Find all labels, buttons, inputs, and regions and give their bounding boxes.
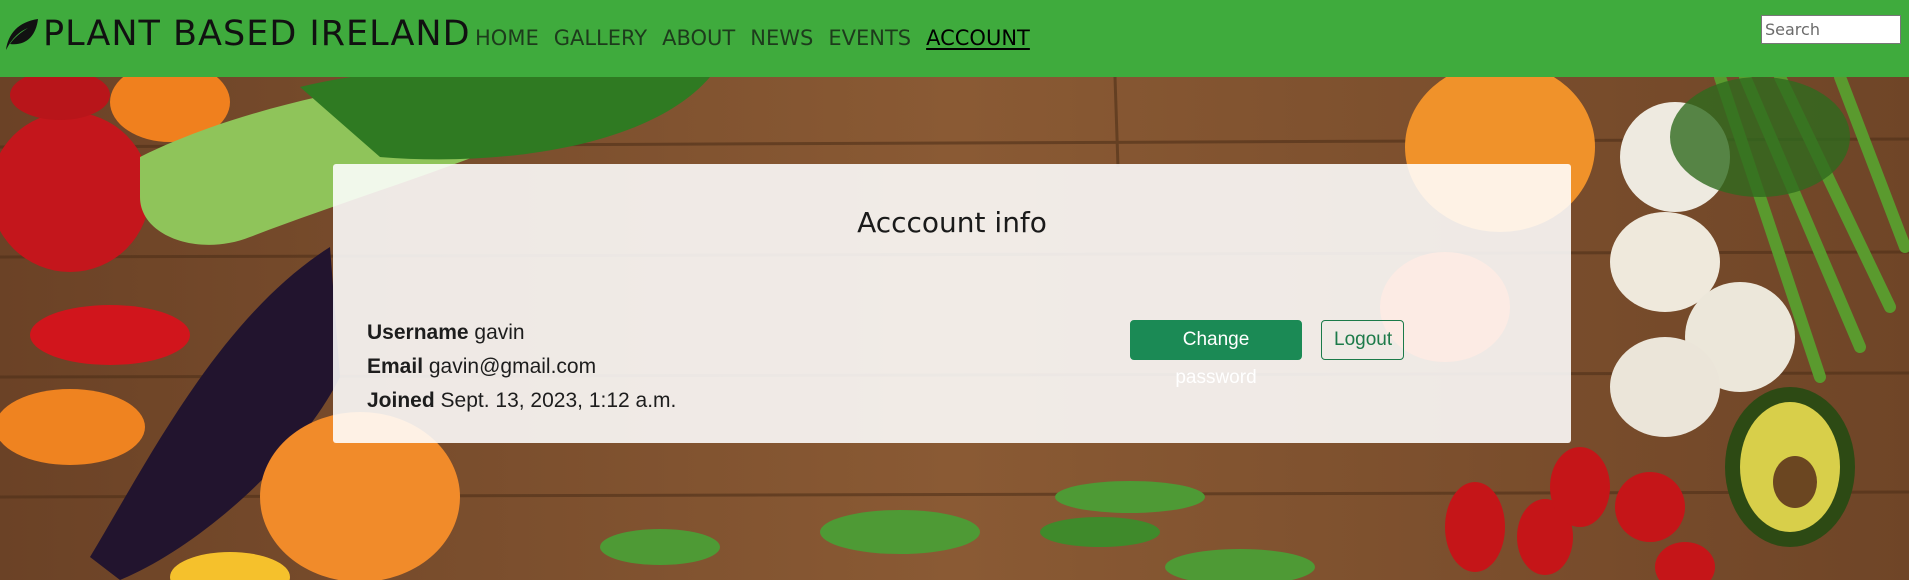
nav-home[interactable]: HOME: [475, 24, 539, 52]
joined-label: Joined: [367, 389, 435, 412]
username-value: gavin: [474, 321, 525, 344]
nav-news[interactable]: NEWS: [750, 24, 813, 52]
email-row: Email gavin@gmail.com: [367, 350, 676, 384]
brand-name: PLANT BASED IRELAND: [43, 14, 471, 54]
card-title: Acccount info: [857, 206, 1047, 239]
top-navbar: PLANT BASED IRELAND HOME GALLERY ABOUT N…: [0, 0, 1909, 77]
change-password-button[interactable]: Change password: [1130, 320, 1302, 388]
email-value: gavin@gmail.com: [428, 355, 597, 378]
leaf-icon: [6, 19, 38, 50]
joined-value: Sept. 13, 2023, 1:12 a.m.: [440, 389, 677, 412]
account-info-card: Acccount info Username gavin Email gavin…: [333, 164, 1571, 443]
joined-row: Joined Sept. 13, 2023, 1:12 a.m.: [367, 384, 676, 418]
brand-link[interactable]: PLANT BASED IRELAND: [2, 14, 471, 54]
nav-about[interactable]: ABOUT: [662, 24, 735, 52]
nav-events[interactable]: EVENTS: [828, 24, 911, 52]
logout-button[interactable]: Logout: [1321, 320, 1404, 360]
account-details: Username gavin Email gavin@gmail.com Joi…: [367, 316, 676, 418]
nav-gallery[interactable]: GALLERY: [554, 24, 647, 52]
main-nav: HOME GALLERY ABOUT NEWS EVENTS ACCOUNT: [475, 24, 1045, 52]
username-row: Username gavin: [367, 316, 676, 350]
email-label: Email: [367, 355, 424, 378]
nav-account[interactable]: ACCOUNT: [926, 24, 1030, 52]
username-label: Username: [367, 321, 469, 344]
search-input[interactable]: [1761, 15, 1901, 44]
